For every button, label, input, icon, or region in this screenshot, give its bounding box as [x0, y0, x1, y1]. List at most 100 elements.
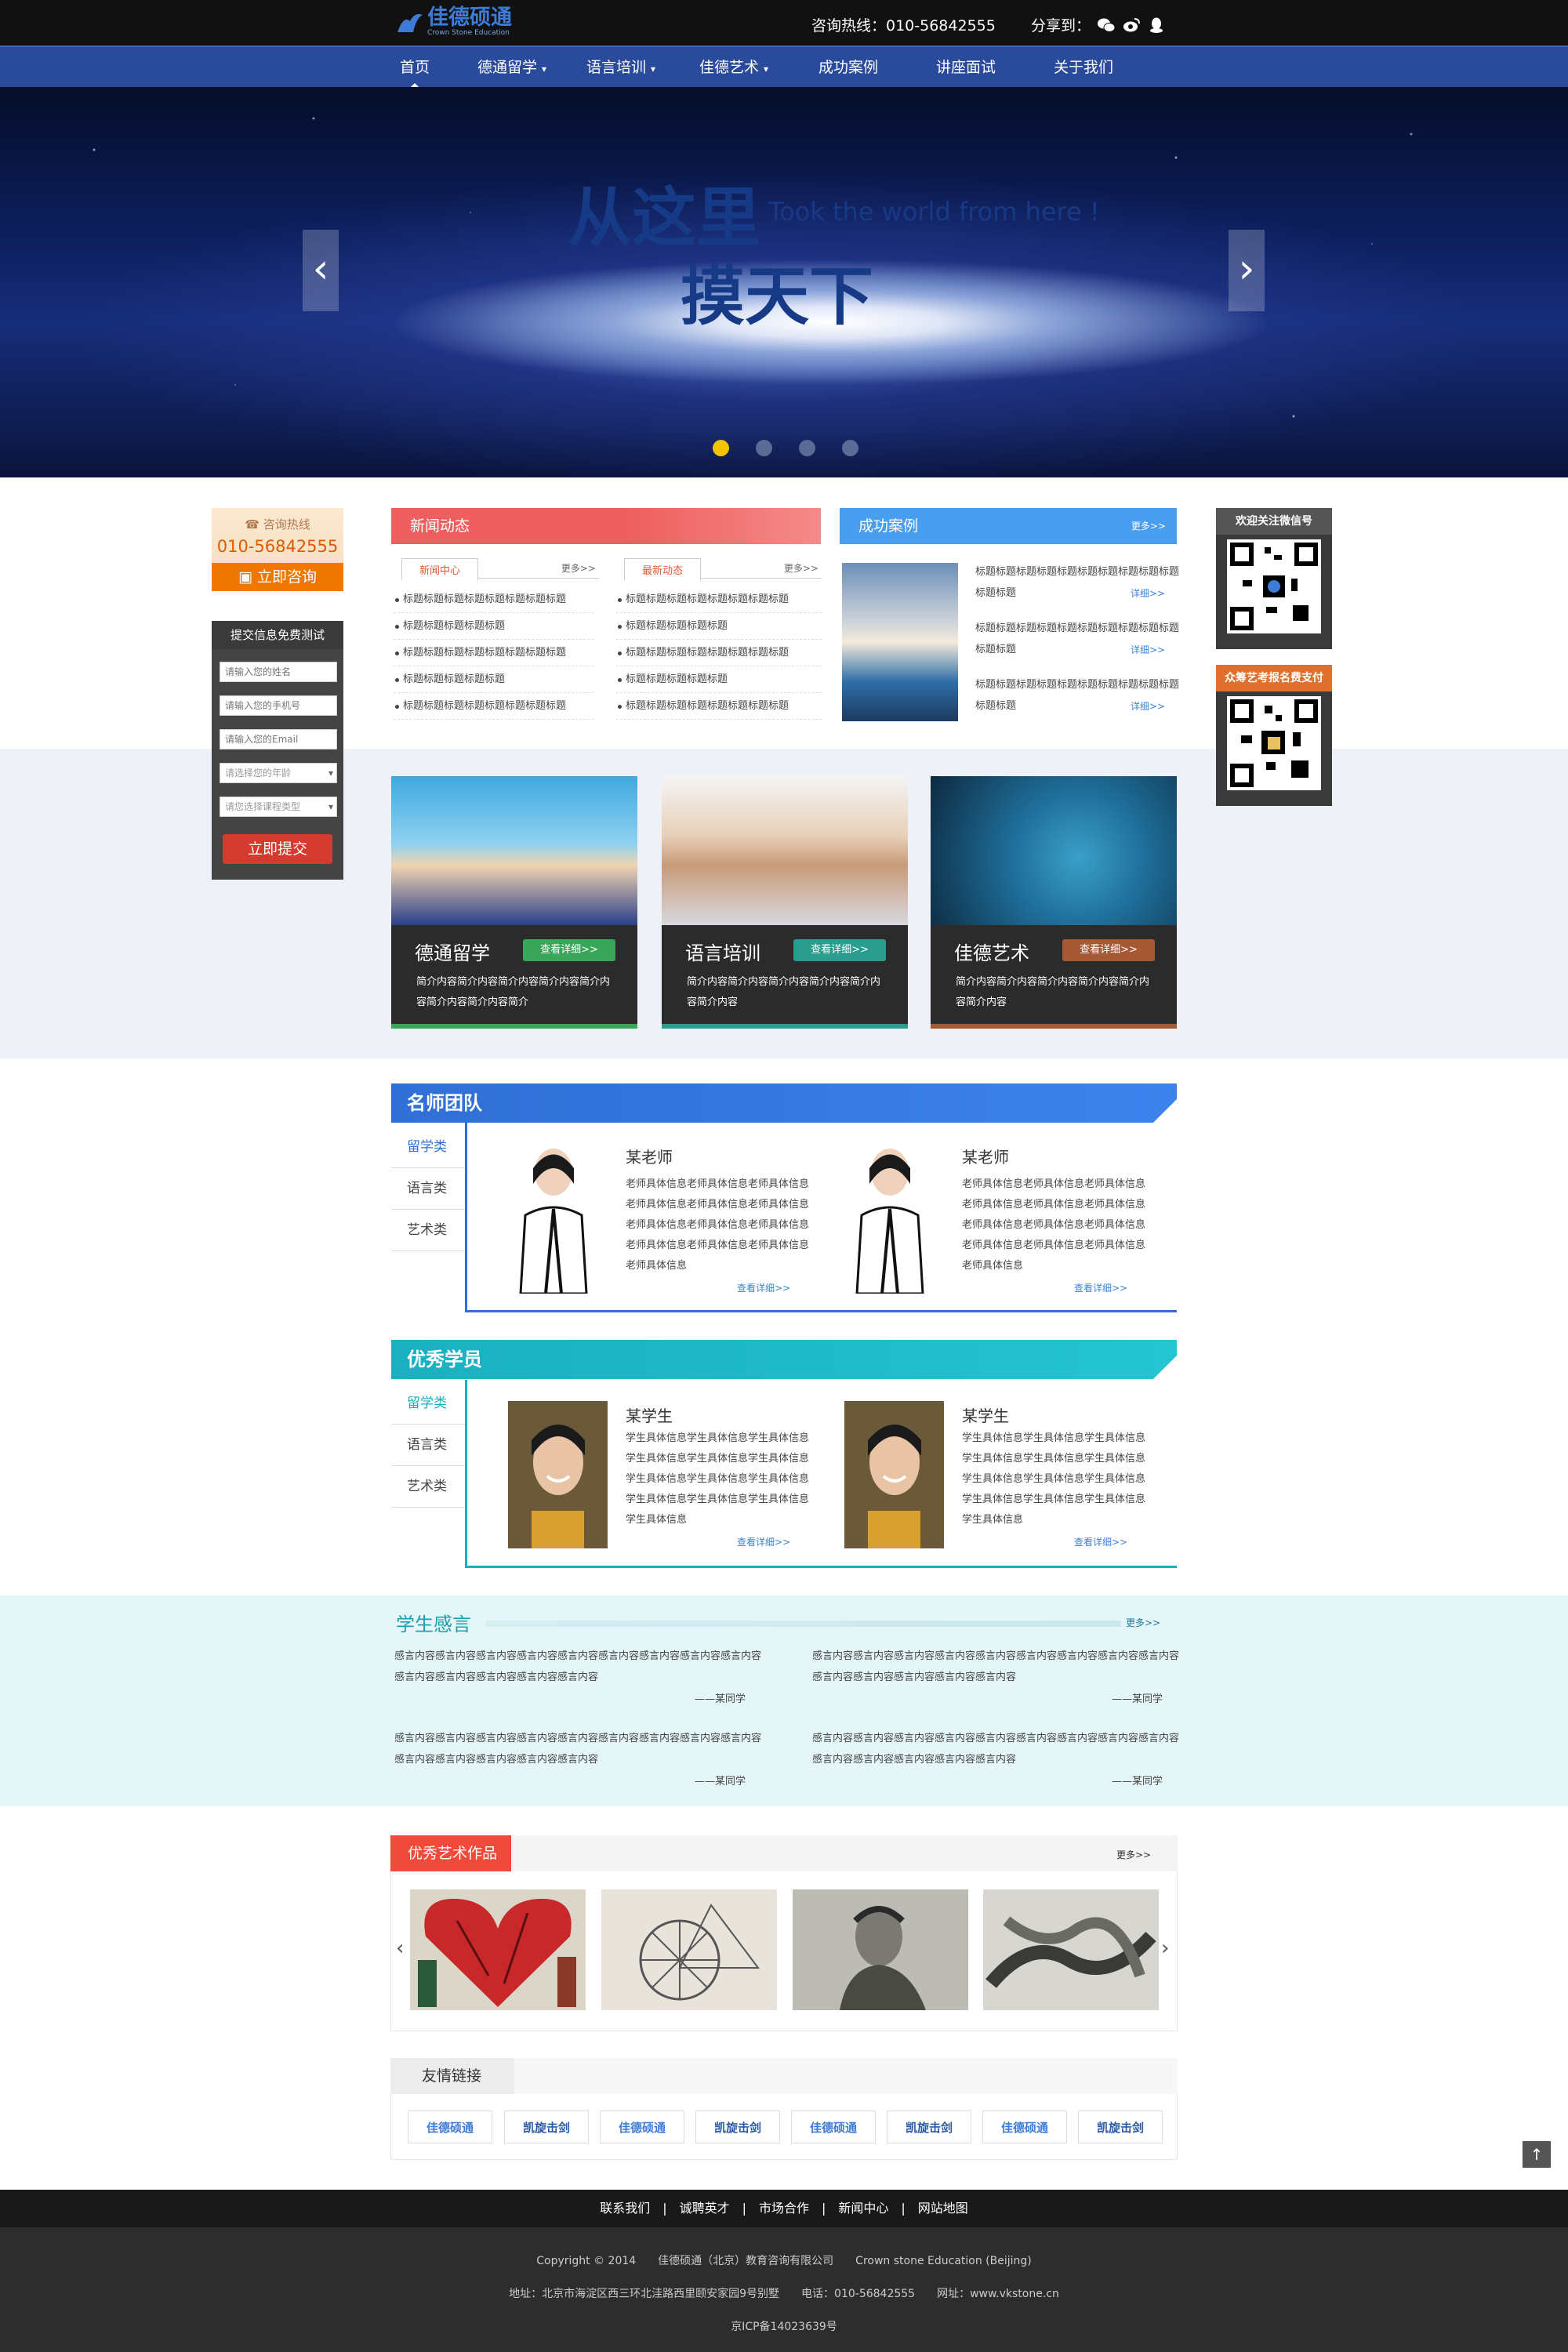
students-title-bar: 优秀学员: [391, 1340, 1177, 1379]
tab-language[interactable]: 语言类: [391, 1168, 465, 1210]
footer-address: 地址：北京市海淀区西三环北洼路西里颐安家园9号别墅 电话：010-5684255…: [509, 2288, 1059, 2300]
news-more-link[interactable]: 更多>>: [561, 561, 596, 575]
submit-button[interactable]: 立即提交: [223, 834, 332, 864]
news-item[interactable]: 标题标题标题标题标题: [394, 666, 593, 693]
tab-study-abroad[interactable]: 留学类: [391, 1383, 465, 1425]
news-item[interactable]: 标题标题标题标题标题标题标题标题: [616, 693, 822, 720]
case-detail-link[interactable]: 详细>>: [1131, 699, 1165, 713]
teacher-photo[interactable]: [843, 1137, 937, 1294]
nav-item-language[interactable]: 语言培训 ▾: [574, 47, 668, 89]
testimonial-text: 感言内容感言内容感言内容感言内容感言内容感言内容感言内容感言内容感言内容感言内容…: [812, 1733, 1180, 1766]
pay-qr-box: 众筹艺考报名费支付: [1216, 665, 1332, 806]
friend-link[interactable]: 佳德硕通: [982, 2111, 1067, 2143]
friend-link[interactable]: 佳德硕通: [600, 2111, 684, 2143]
teacher-detail-link[interactable]: 查看详细>>: [737, 1281, 790, 1294]
friend-link[interactable]: 佳德硕通: [791, 2111, 876, 2143]
news-item[interactable]: 标题标题标题标题标题: [616, 666, 822, 693]
testimonials-more-link[interactable]: 更多>>: [1126, 1616, 1160, 1629]
student-description: 学生具体信息学生具体信息学生具体信息学生具体信息学生具体信息学生具体信息学生具体…: [626, 1432, 810, 1526]
banner-next-button[interactable]: ›: [1229, 230, 1265, 311]
email-input[interactable]: [220, 729, 337, 750]
name-input[interactable]: [220, 662, 337, 682]
banner-prev-button[interactable]: ‹: [303, 230, 339, 311]
logo[interactable]: 佳德硕通 Crown Stone Education: [396, 6, 512, 38]
student-detail-link[interactable]: 查看详细>>: [737, 1535, 790, 1548]
case-photo[interactable]: [842, 563, 958, 721]
card-detail-button[interactable]: 查看详细>>: [523, 939, 615, 961]
banner-dot[interactable]: [713, 440, 729, 456]
latest-more-link[interactable]: 更多>>: [784, 561, 818, 575]
artworks-prev-button[interactable]: ‹: [396, 1936, 404, 1960]
qq-icon[interactable]: [1147, 16, 1166, 34]
course-select[interactable]: 请您选择课程类型: [220, 797, 337, 817]
tab-latest[interactable]: 最新动态: [624, 558, 702, 581]
artwork-thumbnail[interactable]: [983, 1889, 1159, 2010]
friend-link[interactable]: 佳德硕通: [408, 2111, 492, 2143]
nav-item-about[interactable]: 关于我们: [1044, 47, 1123, 89]
banner-dot[interactable]: [756, 440, 772, 456]
artworks-next-button[interactable]: ›: [1161, 1936, 1169, 1960]
teacher-detail-link[interactable]: 查看详细>>: [1074, 1281, 1127, 1294]
free-test-form: 提交信息免费测试 请选择您的年龄 请您选择课程类型 立即提交: [212, 621, 343, 880]
students-title: 优秀学员: [407, 1348, 482, 1370]
news-item[interactable]: 标题标题标题标题标题标题标题标题: [616, 640, 822, 666]
card-detail-button[interactable]: 查看详细>>: [1062, 939, 1155, 961]
phone-input[interactable]: [220, 695, 337, 716]
card-description: 简介内容简介内容简介内容简介内容简介内容简介内容简介内容简介: [416, 976, 611, 1008]
tab-news-center[interactable]: 新闻中心: [401, 558, 479, 581]
artwork-thumbnail[interactable]: [410, 1889, 586, 2010]
student-name: 某学生: [962, 1406, 1009, 1425]
artwork-thumbnail[interactable]: [601, 1889, 777, 2010]
cases-title-bar: 成功案例 更多>>: [840, 508, 1177, 544]
weibo-icon[interactable]: [1122, 16, 1141, 34]
service-card-language[interactable]: 语言培训 查看详细>> 简介内容简介内容简介内容简介内容简介内容简介内容: [662, 776, 908, 1029]
consult-button-label: 立即咨询: [256, 568, 317, 586]
nav-item-home[interactable]: 首页: [390, 47, 439, 89]
banner-dot[interactable]: [799, 440, 815, 456]
testimonial-author: ——某同学: [695, 1693, 746, 1705]
consult-button[interactable]: ▣ 立即咨询: [212, 563, 343, 591]
wechat-icon[interactable]: [1097, 16, 1116, 34]
friend-link[interactable]: 凯旋击剑: [1078, 2111, 1163, 2143]
student-detail-link[interactable]: 查看详细>>: [1074, 1535, 1127, 1548]
news-item[interactable]: 标题标题标题标题标题: [616, 613, 822, 640]
case-detail-link[interactable]: 详细>>: [1131, 586, 1165, 600]
tab-art[interactable]: 艺术类: [391, 1466, 465, 1508]
artwork-thumbnail[interactable]: [793, 1889, 968, 2010]
news-item[interactable]: 标题标题标题标题标题: [394, 613, 593, 640]
student-photo[interactable]: [844, 1401, 944, 1548]
service-card-art[interactable]: 佳德艺术 查看详细>> 简介内容简介内容简介内容简介内容简介内容简介内容: [931, 776, 1177, 1029]
age-select[interactable]: 请选择您的年龄: [220, 763, 337, 783]
nav-label: 语言培训: [586, 59, 646, 76]
banner-subline: Took the world from here !: [768, 197, 1100, 227]
student-name: 某学生: [626, 1406, 673, 1425]
nav-item-art[interactable]: 佳德艺术 ▾: [687, 47, 781, 89]
tab-art[interactable]: 艺术类: [391, 1210, 465, 1251]
nav-item-cases[interactable]: 成功案例: [809, 47, 887, 89]
news-item[interactable]: 标题标题标题标题标题标题标题标题: [394, 693, 593, 720]
service-card-study-abroad[interactable]: 德通留学 查看详细>> 简介内容简介内容简介内容简介内容简介内容简介内容简介内容…: [391, 776, 637, 1029]
friend-link[interactable]: 凯旋击剑: [887, 2111, 971, 2143]
card-detail-button[interactable]: 查看详细>>: [793, 939, 886, 961]
student-photo[interactable]: [508, 1401, 608, 1548]
artworks-more-link[interactable]: 更多>>: [1116, 1848, 1151, 1861]
nav-item-lectures[interactable]: 讲座面试: [927, 47, 1005, 89]
back-to-top-button[interactable]: ↑: [1523, 2141, 1551, 2168]
tab-study-abroad[interactable]: 留学类: [391, 1127, 465, 1168]
cases-more-link[interactable]: 更多>>: [1131, 508, 1166, 544]
hotline-label: ☎ 咨询热线: [245, 517, 310, 532]
testimonial-text: 感言内容感言内容感言内容感言内容感言内容感言内容感言内容感言内容感言内容感言内容…: [394, 1650, 762, 1683]
nav-item-study-abroad[interactable]: 德通留学 ▾: [461, 47, 563, 89]
news-item[interactable]: 标题标题标题标题标题标题标题标题: [394, 640, 593, 666]
news-item[interactable]: 标题标题标题标题标题标题标题标题: [616, 586, 822, 613]
friend-link[interactable]: 凯旋击剑: [504, 2111, 589, 2143]
footer-copyright: Copyright © 2014 佳德硕通（北京）教育咨询有限公司 Crown …: [536, 2255, 1032, 2267]
footer-nav[interactable]: 联系我们 | 诚聘英才 | 市场合作 | 新闻中心 | 网站地图: [0, 2190, 1568, 2227]
case-detail-link[interactable]: 详细>>: [1131, 643, 1165, 656]
banner-dot[interactable]: [842, 440, 858, 456]
testimonials-title: 学生感言: [396, 1613, 471, 1635]
teacher-photo[interactable]: [506, 1137, 601, 1294]
tab-language[interactable]: 语言类: [391, 1425, 465, 1466]
friend-link[interactable]: 凯旋击剑: [695, 2111, 780, 2143]
news-item[interactable]: 标题标题标题标题标题标题标题标题: [394, 586, 593, 613]
